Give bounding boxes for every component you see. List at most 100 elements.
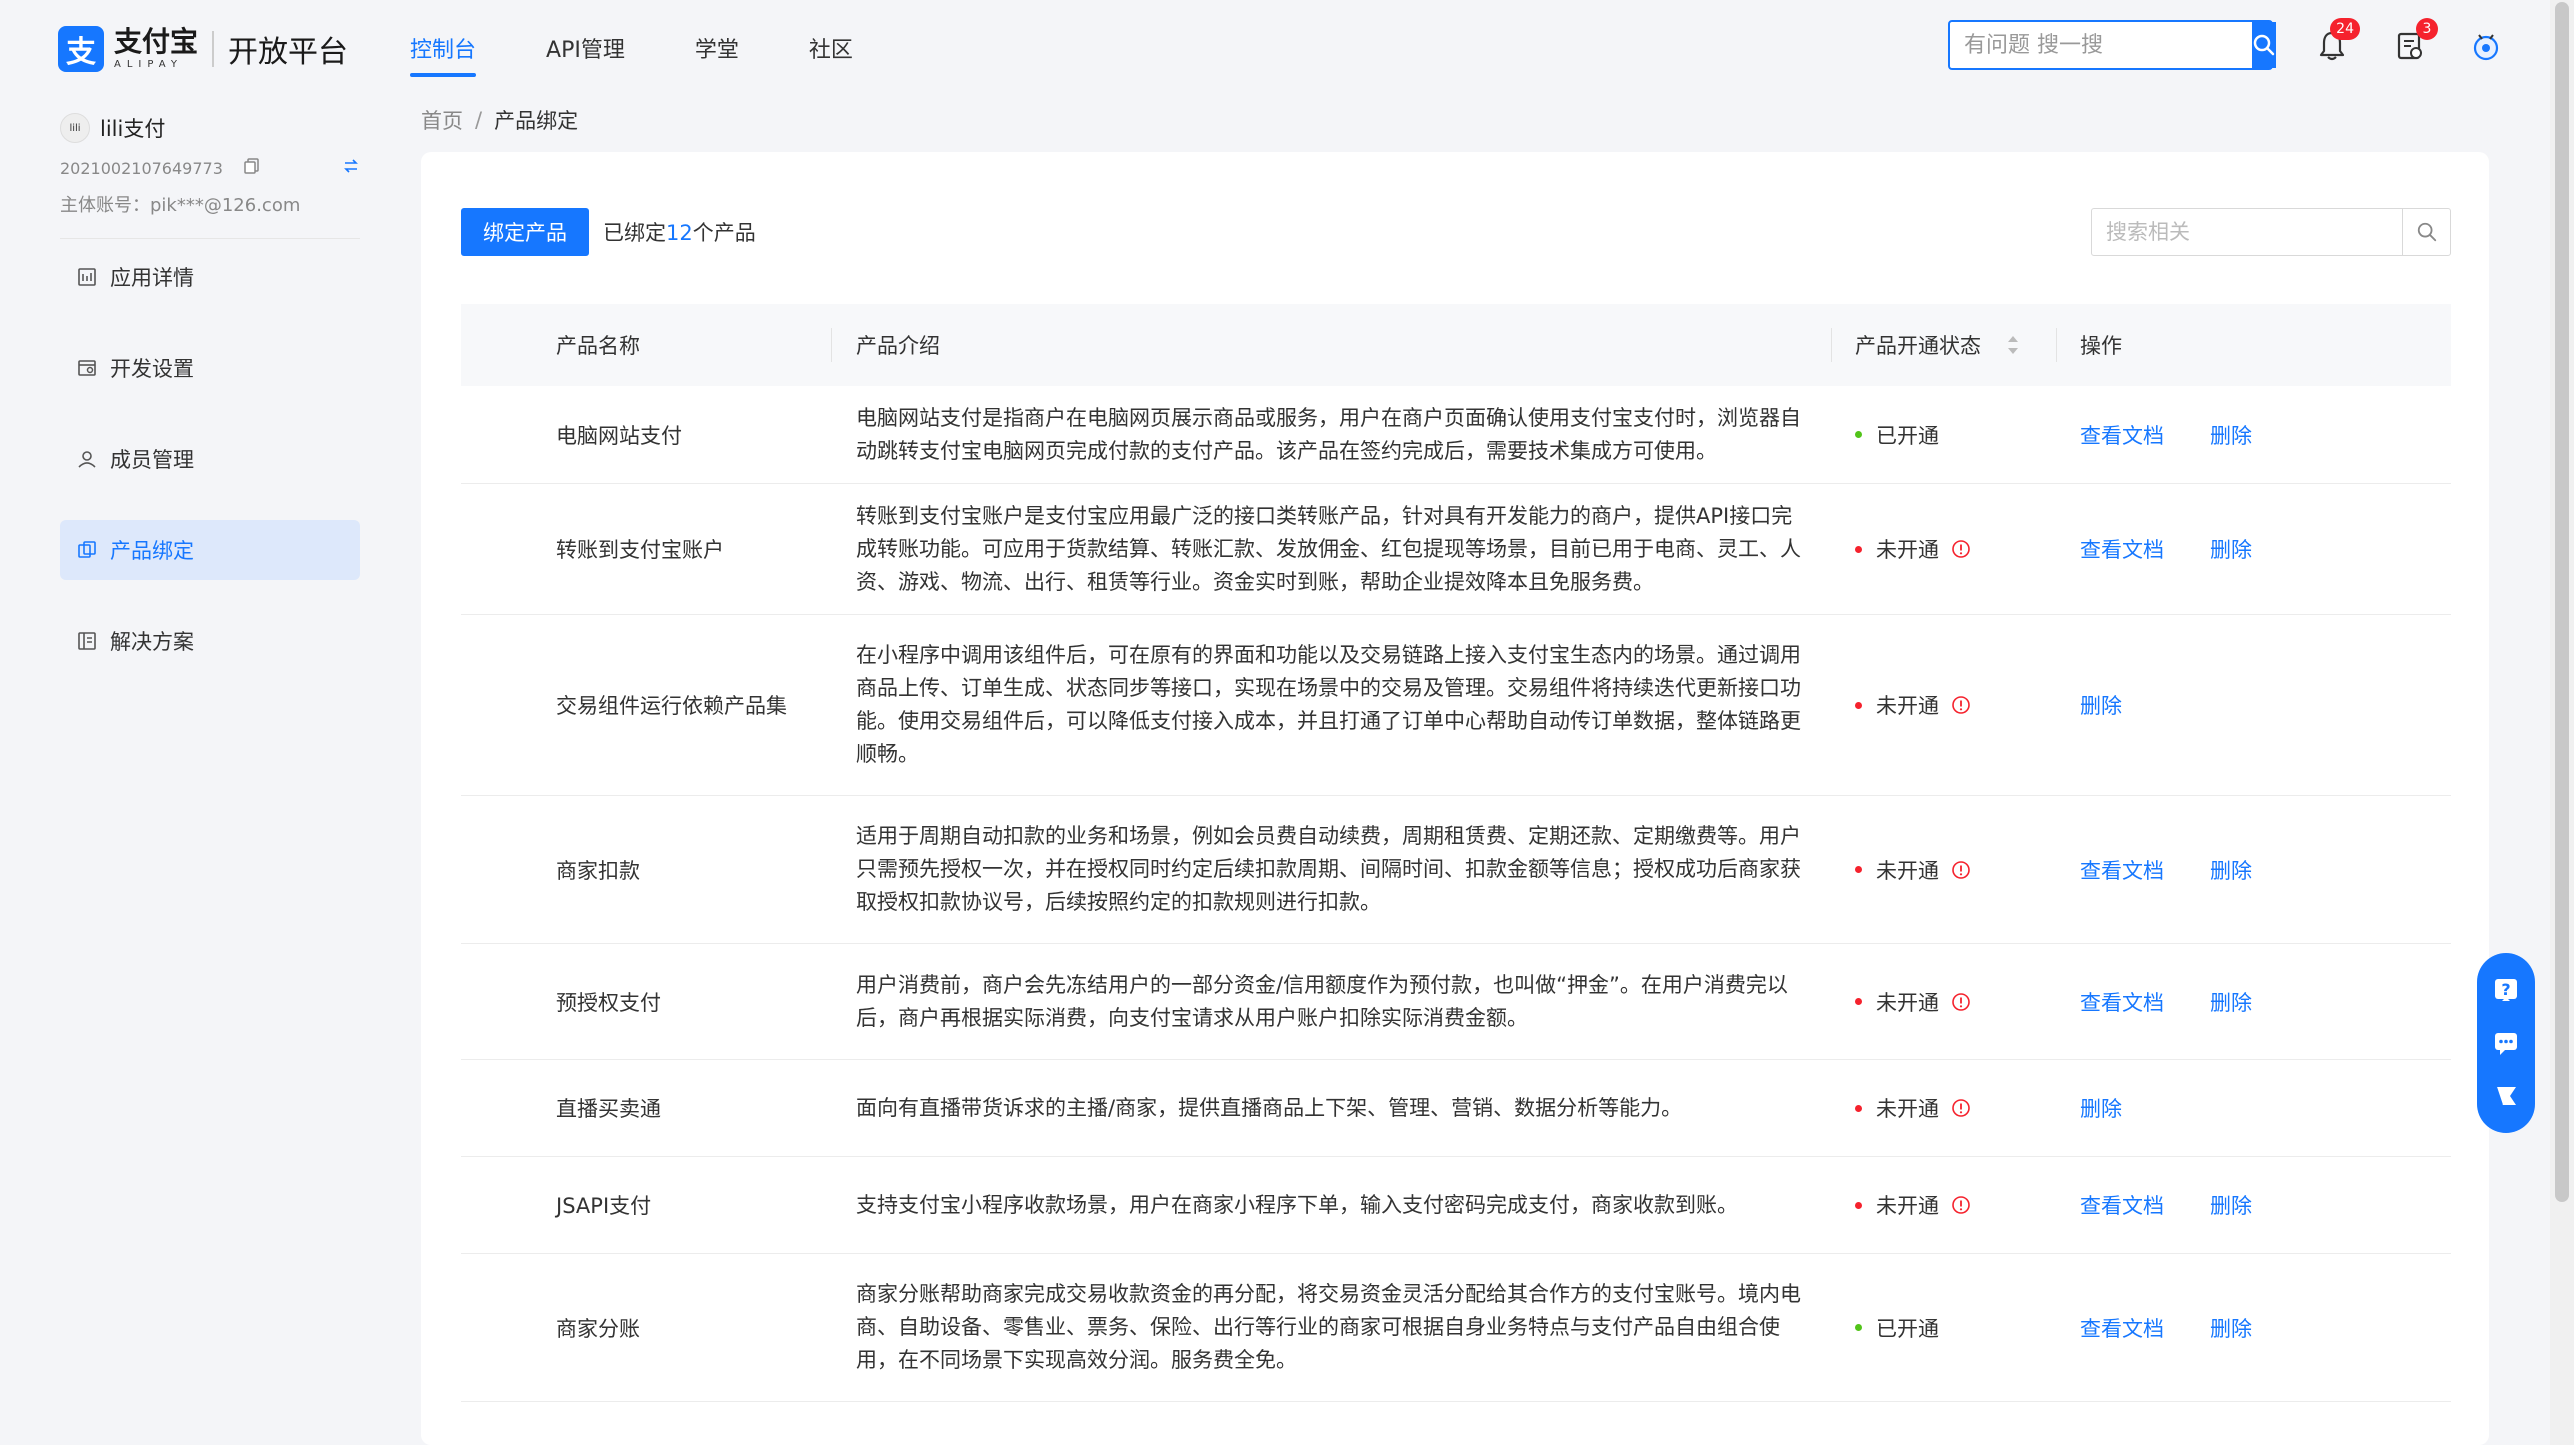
top-search-box bbox=[1948, 20, 2276, 70]
feedback-icon bbox=[2495, 1086, 2516, 1106]
tasks-badge: 3 bbox=[2416, 18, 2438, 40]
platform-title: 开放平台 bbox=[228, 35, 349, 70]
product-status: 未开通 bbox=[1831, 1093, 2056, 1123]
nav-item-3[interactable]: 社区 bbox=[809, 0, 853, 95]
status-dot bbox=[1855, 545, 1862, 553]
sort-icon[interactable] bbox=[2007, 334, 2019, 356]
scrollbar-thumb[interactable] bbox=[2555, 2, 2569, 1202]
nav-item-1[interactable]: API管理 bbox=[546, 0, 625, 95]
delete-link[interactable]: 删除 bbox=[2210, 1313, 2252, 1343]
breadcrumb-separator: / bbox=[475, 108, 483, 132]
status-info-icon[interactable] bbox=[1951, 1098, 1971, 1118]
delete-link[interactable]: 删除 bbox=[2080, 690, 2122, 720]
robot-avatar-icon bbox=[2473, 34, 2499, 61]
column-name: 产品名称 bbox=[556, 334, 640, 358]
app-id-row: 2021002107649773 bbox=[60, 157, 360, 179]
product-search-box bbox=[2091, 208, 2451, 256]
product-name: 转账到支付宝账户 bbox=[556, 538, 724, 562]
breadcrumb-home[interactable]: 首页 bbox=[421, 105, 463, 135]
bound-count-text: 已绑定12个产品 bbox=[603, 217, 756, 247]
nav-item-0[interactable]: 控制台 bbox=[410, 0, 477, 95]
search-icon bbox=[2253, 34, 2275, 56]
bound-suffix: 个产品 bbox=[692, 221, 756, 245]
view-doc-link[interactable]: 查看文档 bbox=[2080, 534, 2164, 564]
status-info-icon[interactable] bbox=[1951, 860, 1971, 880]
view-doc-link[interactable]: 查看文档 bbox=[2080, 987, 2164, 1017]
table-row: JSAPI支付 支持支付宝小程序收款场景，用户在商家小程序下单，输入支付密码完成支… bbox=[461, 1157, 2451, 1254]
breadcrumb-current: 产品绑定 bbox=[494, 109, 579, 133]
status-info-icon[interactable] bbox=[1951, 695, 1971, 715]
status-text: 未开通 bbox=[1876, 1097, 1939, 1121]
user-avatar-button[interactable] bbox=[2466, 26, 2506, 66]
view-doc-link[interactable]: 查看文档 bbox=[2080, 1313, 2164, 1343]
sidebar-item-2[interactable]: 成员管理 bbox=[60, 429, 360, 489]
status-info-icon[interactable] bbox=[1951, 539, 1971, 559]
delete-link[interactable]: 删除 bbox=[2080, 1093, 2122, 1123]
sidebar-item-0[interactable]: 应用详情 bbox=[60, 247, 360, 307]
chat-icon bbox=[2495, 1032, 2517, 1055]
logo-divider bbox=[212, 31, 215, 67]
sidebar-item-1[interactable]: 开发设置 bbox=[60, 338, 360, 398]
copy-id-button[interactable] bbox=[243, 157, 261, 179]
alipay-logo[interactable]: 支 支付宝 ALIPAY 开放平台 bbox=[58, 26, 348, 72]
product-name: 交易组件运行依赖产品集 bbox=[556, 694, 787, 718]
status-text: 未开通 bbox=[1876, 1194, 1939, 1218]
help-button[interactable]: ? bbox=[2491, 975, 2521, 1005]
top-header: 支 支付宝 ALIPAY 开放平台 控制台 API管理学堂社区 24 3 bbox=[0, 0, 2550, 95]
status-dot bbox=[1855, 701, 1862, 709]
top-search-input[interactable] bbox=[1950, 22, 2252, 68]
table-row: 预授权支付 用户消费前，商户会先冻结用户的一部分资金/信用额度作为预付款，也叫做“… bbox=[461, 944, 2451, 1060]
solutions-icon bbox=[76, 630, 98, 652]
sidebar-item-4[interactable]: 解决方案 bbox=[60, 611, 360, 671]
sidebar-item-3[interactable]: 产品绑定 bbox=[60, 520, 360, 580]
bound-prefix: 已绑定 bbox=[603, 221, 666, 245]
status-text: 未开通 bbox=[1876, 990, 1939, 1015]
product-status: 未开通 bbox=[1831, 1190, 2056, 1220]
page-scrollbar[interactable] bbox=[2550, 0, 2574, 1445]
column-status[interactable]: 产品开通状态 bbox=[1831, 304, 2056, 386]
view-doc-link[interactable]: 查看文档 bbox=[2080, 420, 2164, 450]
notification-button[interactable]: 24 bbox=[2312, 18, 2360, 66]
breadcrumb: 首页 / 产品绑定 bbox=[421, 105, 578, 135]
status-info-icon[interactable] bbox=[1951, 992, 1971, 1012]
status-dot bbox=[1855, 1324, 1862, 1331]
product-ops: 删除 bbox=[2056, 690, 2451, 720]
app-avatar: lili bbox=[60, 113, 90, 143]
product-name: 预授权支付 bbox=[556, 990, 661, 1015]
status-info-icon[interactable] bbox=[1951, 1195, 1971, 1215]
sidebar-item-label: 开发设置 bbox=[110, 357, 194, 381]
status-dot bbox=[1855, 1201, 1862, 1209]
table-row: 转账到支付宝账户 转账到支付宝账户是支付宝应用最广泛的接口类转账产品，针对具有开发… bbox=[461, 484, 2451, 615]
product-search-input[interactable] bbox=[2092, 209, 2402, 255]
delete-link[interactable]: 删除 bbox=[2210, 534, 2252, 564]
delete-link[interactable]: 删除 bbox=[2210, 987, 2252, 1017]
product-ops: 查看文档 删除 bbox=[2056, 855, 2451, 885]
sidebar-menu: 应用详情开发设置成员管理产品绑定解决方案 bbox=[60, 247, 360, 702]
view-doc-link[interactable]: 查看文档 bbox=[2080, 855, 2164, 885]
top-search-button[interactable] bbox=[2252, 22, 2276, 68]
floating-toolbar: ? bbox=[2477, 953, 2535, 1133]
card-toolbar: 绑定产品 已绑定12个产品 bbox=[461, 208, 2451, 256]
switch-app-button[interactable] bbox=[342, 157, 360, 179]
status-dot bbox=[1855, 1104, 1862, 1112]
product-desc: 在小程序中调用该组件后，可在原有的界面和功能以及交易链路上接入支付宝生态内的场景… bbox=[856, 643, 1801, 766]
nav-item-2[interactable]: 学堂 bbox=[695, 0, 739, 95]
product-status: 未开通 bbox=[1831, 690, 2056, 720]
delete-link[interactable]: 删除 bbox=[2210, 855, 2252, 885]
product-ops: 查看文档 删除 bbox=[2056, 534, 2451, 564]
product-desc: 用户消费前，商户会先冻结用户的一部分资金/信用额度作为预付款，也叫做“押金”。在… bbox=[856, 972, 1788, 1030]
delete-link[interactable]: 删除 bbox=[2210, 420, 2252, 450]
view-doc-link[interactable]: 查看文档 bbox=[2080, 1190, 2164, 1220]
delete-link[interactable]: 删除 bbox=[2210, 1190, 2252, 1220]
bind-product-button[interactable]: 绑定产品 bbox=[461, 208, 589, 256]
product-ops: 删除 bbox=[2056, 1093, 2451, 1123]
product-status: 已开通 bbox=[1831, 420, 2056, 450]
tasks-button[interactable]: 3 bbox=[2390, 18, 2438, 66]
status-dot bbox=[1855, 866, 1862, 873]
sidebar-divider bbox=[60, 238, 360, 239]
chat-button[interactable] bbox=[2491, 1028, 2521, 1058]
product-search-button[interactable] bbox=[2402, 209, 2450, 255]
feedback-button[interactable] bbox=[2491, 1081, 2521, 1111]
product-status: 已开通 bbox=[1831, 1313, 2056, 1343]
table-row: 电脑网站支付 电脑网站支付是指商户在电脑网页展示商品或服务，用户在商户页面确认使用… bbox=[461, 386, 2451, 484]
